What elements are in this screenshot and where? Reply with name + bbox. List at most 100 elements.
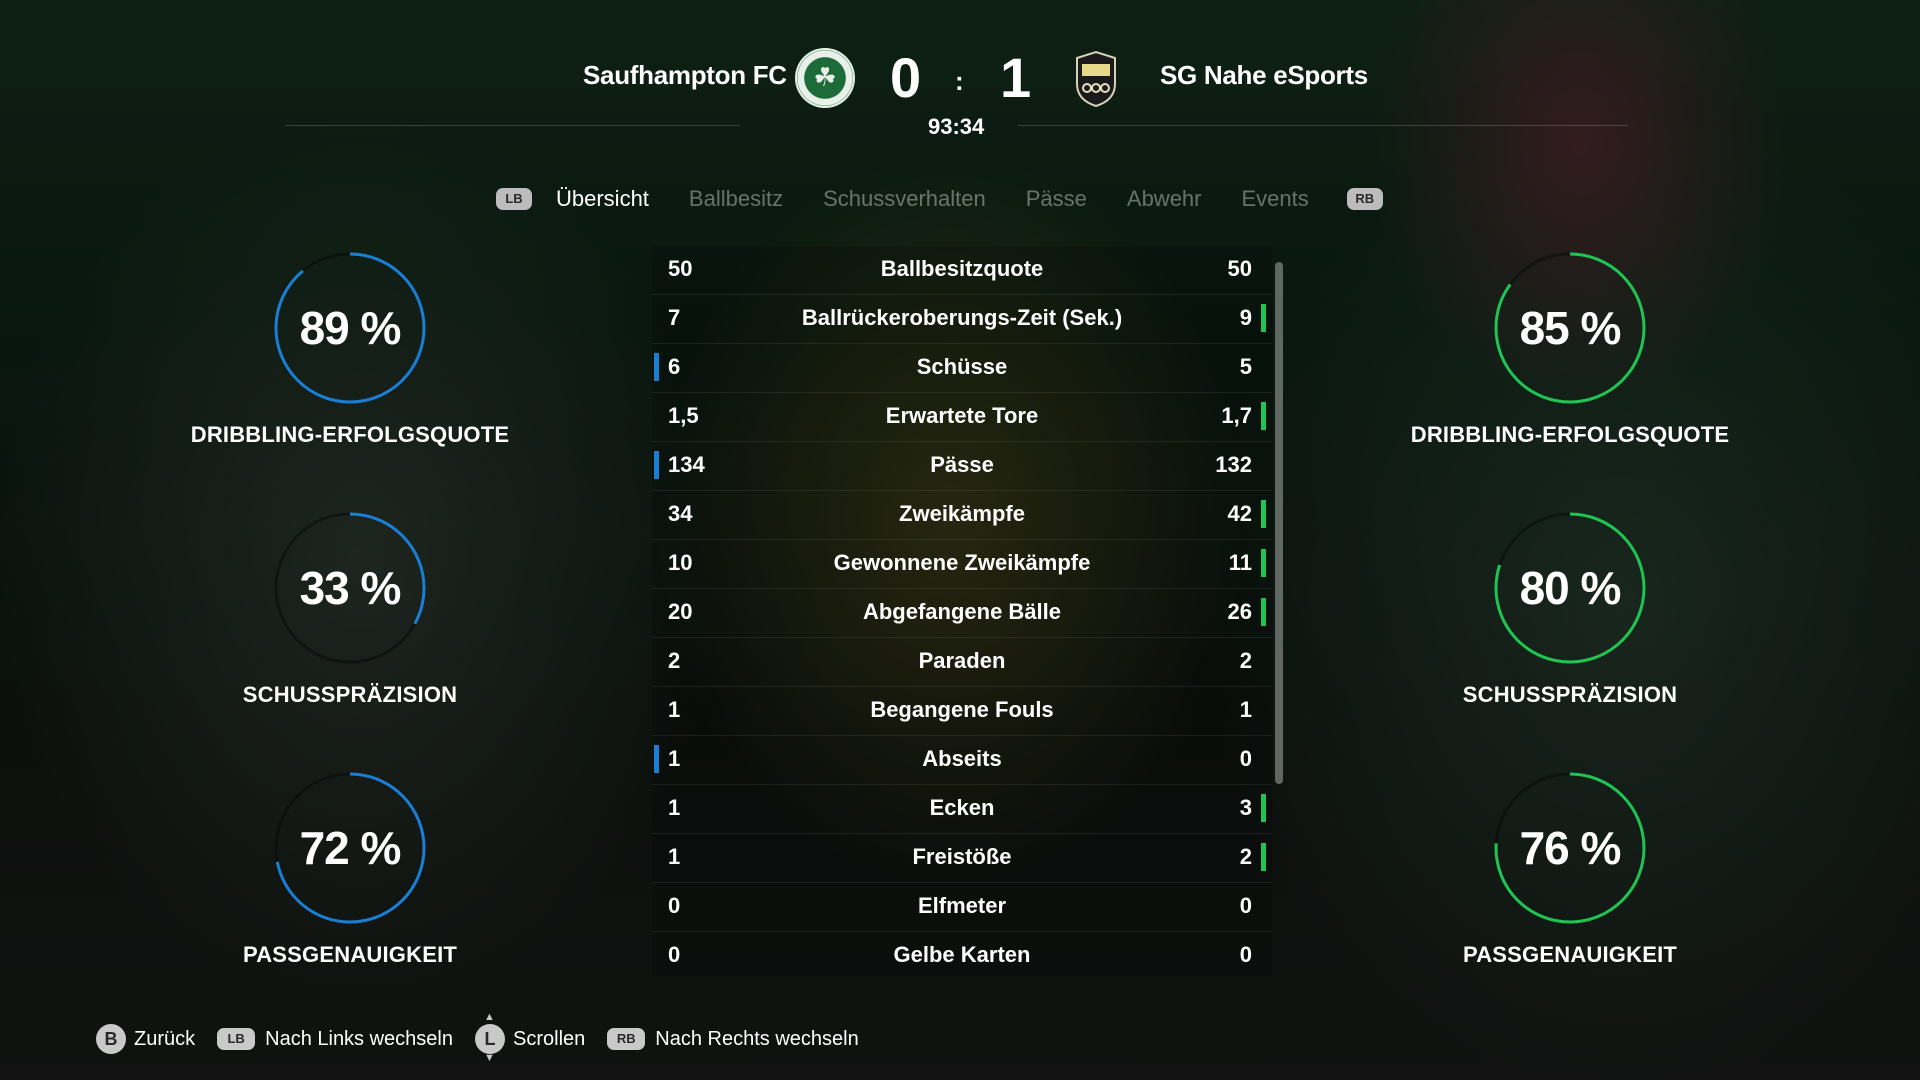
ring-value: 89 % [299, 302, 402, 354]
home-stat-value: 34 [668, 501, 693, 526]
stat-row: 1 Abseits 0 [652, 736, 1272, 785]
home-score: 0 [890, 46, 922, 109]
home-leader-marker [654, 451, 659, 479]
stat-row: 6 Schüsse 5 [652, 344, 1272, 393]
stat-name: Abgefangene Bälle [862, 599, 1062, 624]
stat-row: 1 Ecken 3 [652, 785, 1272, 834]
lb-button-icon: LB [217, 1028, 256, 1050]
ring-label: DRIBBLING-ERFOLGSQUOTE [1410, 422, 1730, 447]
home-dribbling-stat: 89 % DRIBBLING-ERFOLGSQUOTE [150, 250, 550, 448]
rb-button-icon[interactable]: RB [1346, 188, 1383, 210]
home-stat-value: 1 [668, 844, 681, 869]
ring-value: 80 % [1519, 562, 1622, 614]
away-leader-marker [1261, 500, 1266, 528]
away-stat-value: 11 [1228, 550, 1252, 575]
away-stat-value: 0 [1239, 746, 1252, 771]
progress-ring: 76 % [1492, 770, 1648, 926]
left-stick-icon: ▲ L ▼ [475, 1011, 505, 1064]
header-divider-left [285, 125, 740, 126]
away-stat-value: 5 [1239, 354, 1252, 379]
progress-ring: 33 % [272, 510, 428, 666]
home-leader-marker [654, 353, 659, 381]
ring-value: 85 % [1519, 302, 1622, 354]
away-leader-marker [1261, 598, 1266, 626]
stat-row: 0 Elfmeter 0 [652, 883, 1272, 932]
stat-name: Schüsse [916, 354, 1008, 379]
away-leader-marker [1261, 794, 1266, 822]
home-stat-value: 20 [668, 599, 693, 624]
controller-hints: B Zurück LB Nach Links wechseln ▲ L ▼ Sc… [96, 1011, 881, 1064]
progress-ring: 80 % [1492, 510, 1648, 666]
scroll-label: Scrollen [513, 1027, 586, 1050]
away-leader-marker [1261, 304, 1266, 332]
tab-events[interactable]: Events [1241, 186, 1308, 212]
tab-paesse[interactable]: Pässe [1026, 186, 1087, 212]
switch-right-hint[interactable]: RB Nach Rechts wechseln [607, 1028, 859, 1051]
away-pass-accuracy-stat: 76 % PASSGENAUIGKEIT [1370, 770, 1770, 968]
stat-name: Pässe [930, 452, 994, 477]
home-shot-accuracy-stat: 33 % SCHUSSPRÄZISION [150, 510, 550, 708]
stat-name: Paraden [918, 648, 1006, 673]
ring-value: 72 % [299, 822, 402, 874]
stat-name: Gewonnene Zweikämpfe [833, 550, 1091, 575]
home-pass-accuracy-stat: 72 % PASSGENAUIGKEIT [150, 770, 550, 968]
stat-row: 1 Freistöße 2 [652, 834, 1272, 883]
stat-name: Ballrückeroberungs-Zeit (Sek.) [801, 305, 1123, 330]
stat-name: Begangene Fouls [870, 697, 1054, 722]
home-stat-value: 7 [668, 305, 681, 330]
ring-value: 76 % [1519, 822, 1622, 874]
back-label: Zurück [134, 1027, 196, 1050]
tab-uebersicht[interactable]: Übersicht [556, 186, 649, 212]
progress-ring: 85 % [1492, 250, 1648, 406]
lb-button-icon[interactable]: LB [496, 188, 532, 210]
back-hint[interactable]: B Zurück [96, 1024, 195, 1054]
home-leader-marker [654, 745, 659, 773]
home-stat-value: 1 [668, 795, 681, 820]
stat-row: 134 Pässe 132 [652, 442, 1272, 491]
tab-ballbesitz[interactable]: Ballbesitz [689, 186, 783, 212]
stat-row: 7 Ballrückeroberungs-Zeit (Sek.) 9 [652, 295, 1272, 344]
stat-name: Freistöße [912, 844, 1012, 869]
away-stat-value: 1,7 [1221, 403, 1252, 428]
stats-table[interactable]: 50 Ballbesitzquote 50 7 Ballrückeroberungs-Z… [652, 246, 1272, 976]
score-separator: : [955, 66, 964, 96]
home-stat-value: 1 [668, 697, 681, 722]
away-score: 1 [1000, 46, 1032, 109]
switch-left-hint[interactable]: LB Nach Links wechseln [217, 1028, 453, 1051]
scroll-hint[interactable]: ▲ L ▼ Scrollen [475, 1011, 586, 1064]
switch-left-label: Nach Links wechseln [265, 1027, 453, 1050]
scoreboard: Saufhampton FC ☘ 0 : 1 SG Nahe eSports 9… [0, 0, 1920, 140]
home-stat-value: 0 [668, 893, 681, 918]
home-stat-value: 2 [668, 648, 681, 673]
stat-row: 20 Abgefangene Bälle 26 [652, 589, 1272, 638]
stat-name: Ballbesitzquote [880, 256, 1044, 281]
ring-value: 33 % [299, 562, 402, 614]
stat-row: 1,5 Erwartete Tore 1,7 [652, 393, 1272, 442]
away-stat-value: 0 [1239, 893, 1252, 918]
away-stat-value: 2 [1239, 648, 1252, 673]
away-stat-value: 9 [1239, 305, 1252, 330]
celtic-clover-crest-icon: ☘ [795, 48, 855, 108]
away-stat-value: 2 [1239, 844, 1252, 869]
home-stat-value: 10 [668, 550, 693, 575]
ring-label: SCHUSSPRÄZISION [1462, 682, 1678, 707]
stat-name: Gelbe Karten [893, 942, 1031, 967]
header-divider-right [1018, 125, 1628, 126]
away-stat-value: 42 [1227, 501, 1252, 526]
away-stat-value: 50 [1227, 256, 1252, 281]
stats-scrollbar[interactable] [1275, 262, 1283, 784]
b-button-icon: B [96, 1024, 126, 1054]
stat-row: 10 Gewonnene Zweikämpfe 11 [652, 540, 1272, 589]
away-shot-accuracy-stat: 80 % SCHUSSPRÄZISION [1370, 510, 1770, 708]
away-leader-marker [1261, 549, 1266, 577]
stat-row: 34 Zweikämpfe 42 [652, 491, 1272, 540]
away-stat-value: 26 [1227, 599, 1252, 624]
tab-abwehr[interactable]: Abwehr [1127, 186, 1202, 212]
away-leader-marker [1261, 402, 1266, 430]
away-stat-value: 132 [1215, 452, 1252, 477]
rb-button-icon: RB [607, 1028, 646, 1050]
away-stat-value: 3 [1239, 795, 1252, 820]
tab-schussverhalten[interactable]: Schussverhalten [823, 186, 986, 212]
away-team-name: SG Nahe eSports [1160, 60, 1368, 90]
home-stat-value: 6 [668, 354, 681, 379]
